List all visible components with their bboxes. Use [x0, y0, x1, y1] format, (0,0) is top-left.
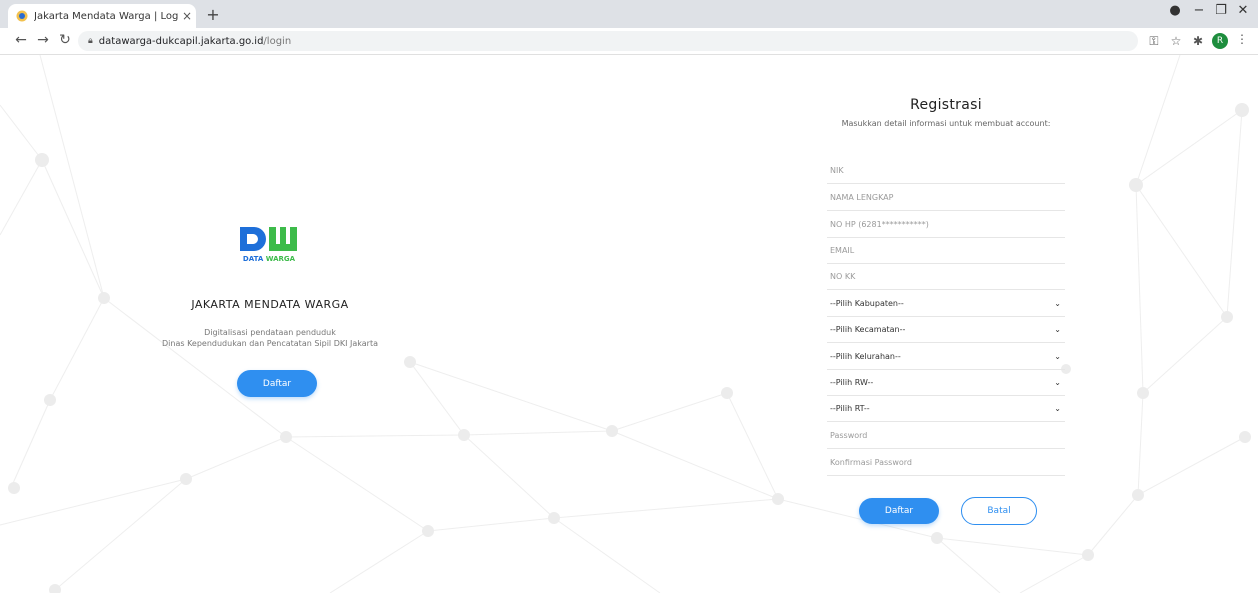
- address-bar[interactable]: 🔒︎ datawarga-dukcapil.jakarta.go.id/logi…: [78, 31, 1138, 51]
- network-background: [0, 55, 1251, 593]
- logo-text: DATA WARGA: [243, 255, 296, 263]
- star-bookmark-icon[interactable]: ☆: [1168, 34, 1184, 48]
- nik-input[interactable]: [830, 166, 1065, 175]
- email-input[interactable]: [830, 246, 1065, 255]
- chevron-down-icon: ⌄: [1054, 352, 1061, 361]
- kk-field[interactable]: [827, 264, 1065, 290]
- confirm-password-field[interactable]: [827, 450, 1065, 476]
- subtitle-line-1: Digitalisasi pendataan penduduk: [204, 328, 336, 337]
- nik-field[interactable]: [827, 158, 1065, 184]
- confirm-password-input[interactable]: [830, 458, 1065, 467]
- back-arrow-icon[interactable]: ←: [12, 32, 30, 48]
- forward-arrow-icon[interactable]: →: [34, 32, 52, 48]
- email-field[interactable]: [827, 238, 1065, 264]
- restore-icon[interactable]: ❐: [1210, 3, 1232, 18]
- password-input[interactable]: [830, 431, 1065, 440]
- reload-icon[interactable]: ↻: [56, 32, 74, 48]
- kecamatan-select[interactable]: --Pilih Kecamatan-- ⌄: [827, 317, 1065, 343]
- app-subtitle: Digitalisasi pendataan penduduk Dinas Ke…: [150, 327, 390, 349]
- chevron-down-icon: ⌄: [1054, 299, 1061, 308]
- chevron-down-icon: ⌄: [1054, 325, 1061, 334]
- form-subtitle: Masukkan detail informasi untuk membuat …: [841, 119, 1051, 128]
- kelurahan-select[interactable]: --Pilih Kelurahan-- ⌄: [827, 344, 1065, 370]
- extensions-puzzle-icon[interactable]: ✱: [1190, 34, 1206, 48]
- profile-avatar[interactable]: R: [1212, 33, 1228, 49]
- hp-field[interactable]: [827, 212, 1065, 238]
- cancel-button[interactable]: Batal: [961, 497, 1037, 525]
- close-window-icon[interactable]: ✕: [1232, 3, 1254, 18]
- kabupaten-value: --Pilih Kabupaten--: [830, 299, 904, 308]
- left-register-button[interactable]: Daftar: [237, 370, 317, 397]
- browser-toolbar: ← → ↻ 🔒︎ datawarga-dukcapil.jakarta.go.i…: [0, 28, 1258, 55]
- lock-icon: 🔒︎: [88, 36, 93, 46]
- new-tab-icon[interactable]: +: [204, 5, 222, 24]
- hp-input[interactable]: [830, 220, 1065, 229]
- page-content: DATA WARGA JAKARTA MENDATA WARGA Digital…: [0, 55, 1258, 593]
- url-path: /login: [263, 35, 292, 47]
- rt-select[interactable]: --Pilih RT-- ⌄: [827, 396, 1065, 422]
- app-title: JAKARTA MENDATA WARGA: [191, 298, 349, 311]
- tab-close-icon[interactable]: ×: [178, 9, 196, 23]
- kk-input[interactable]: [830, 272, 1065, 281]
- rw-value: --Pilih RW--: [830, 378, 874, 387]
- password-field[interactable]: [827, 423, 1065, 449]
- profile-circle-icon[interactable]: ●: [1164, 3, 1186, 18]
- data-warga-logo: DATA WARGA: [240, 227, 297, 263]
- kecamatan-value: --Pilih Kecamatan--: [830, 325, 906, 334]
- nama-field[interactable]: [827, 185, 1065, 211]
- subtitle-line-2: Dinas Kependudukan dan Pencatatan Sipil …: [162, 339, 378, 348]
- kabupaten-select[interactable]: --Pilih Kabupaten-- ⌄: [827, 291, 1065, 317]
- chevron-down-icon: ⌄: [1054, 404, 1061, 413]
- kelurahan-value: --Pilih Kelurahan--: [830, 352, 901, 361]
- tab-title: Jakarta Mendata Warga | Login: [34, 10, 178, 22]
- browser-tab-strip: Jakarta Mendata Warga | Login × + ● − ❐ …: [0, 0, 1258, 28]
- browser-menu-icon[interactable]: ⋮: [1236, 32, 1248, 46]
- submit-register-button[interactable]: Daftar: [859, 498, 939, 524]
- chevron-down-icon: ⌄: [1054, 378, 1061, 387]
- minimize-icon[interactable]: −: [1188, 3, 1210, 18]
- key-icon[interactable]: ⚿: [1146, 34, 1162, 49]
- rw-select[interactable]: --Pilih RW-- ⌄: [827, 370, 1065, 396]
- url-host: datawarga-dukcapil.jakarta.go.id: [98, 35, 264, 47]
- form-title: Registrasi: [910, 97, 982, 113]
- browser-tab[interactable]: Jakarta Mendata Warga | Login ×: [8, 4, 196, 28]
- rt-value: --Pilih RT--: [830, 404, 870, 413]
- site-favicon-icon: [16, 10, 28, 22]
- nama-input[interactable]: [830, 193, 1065, 202]
